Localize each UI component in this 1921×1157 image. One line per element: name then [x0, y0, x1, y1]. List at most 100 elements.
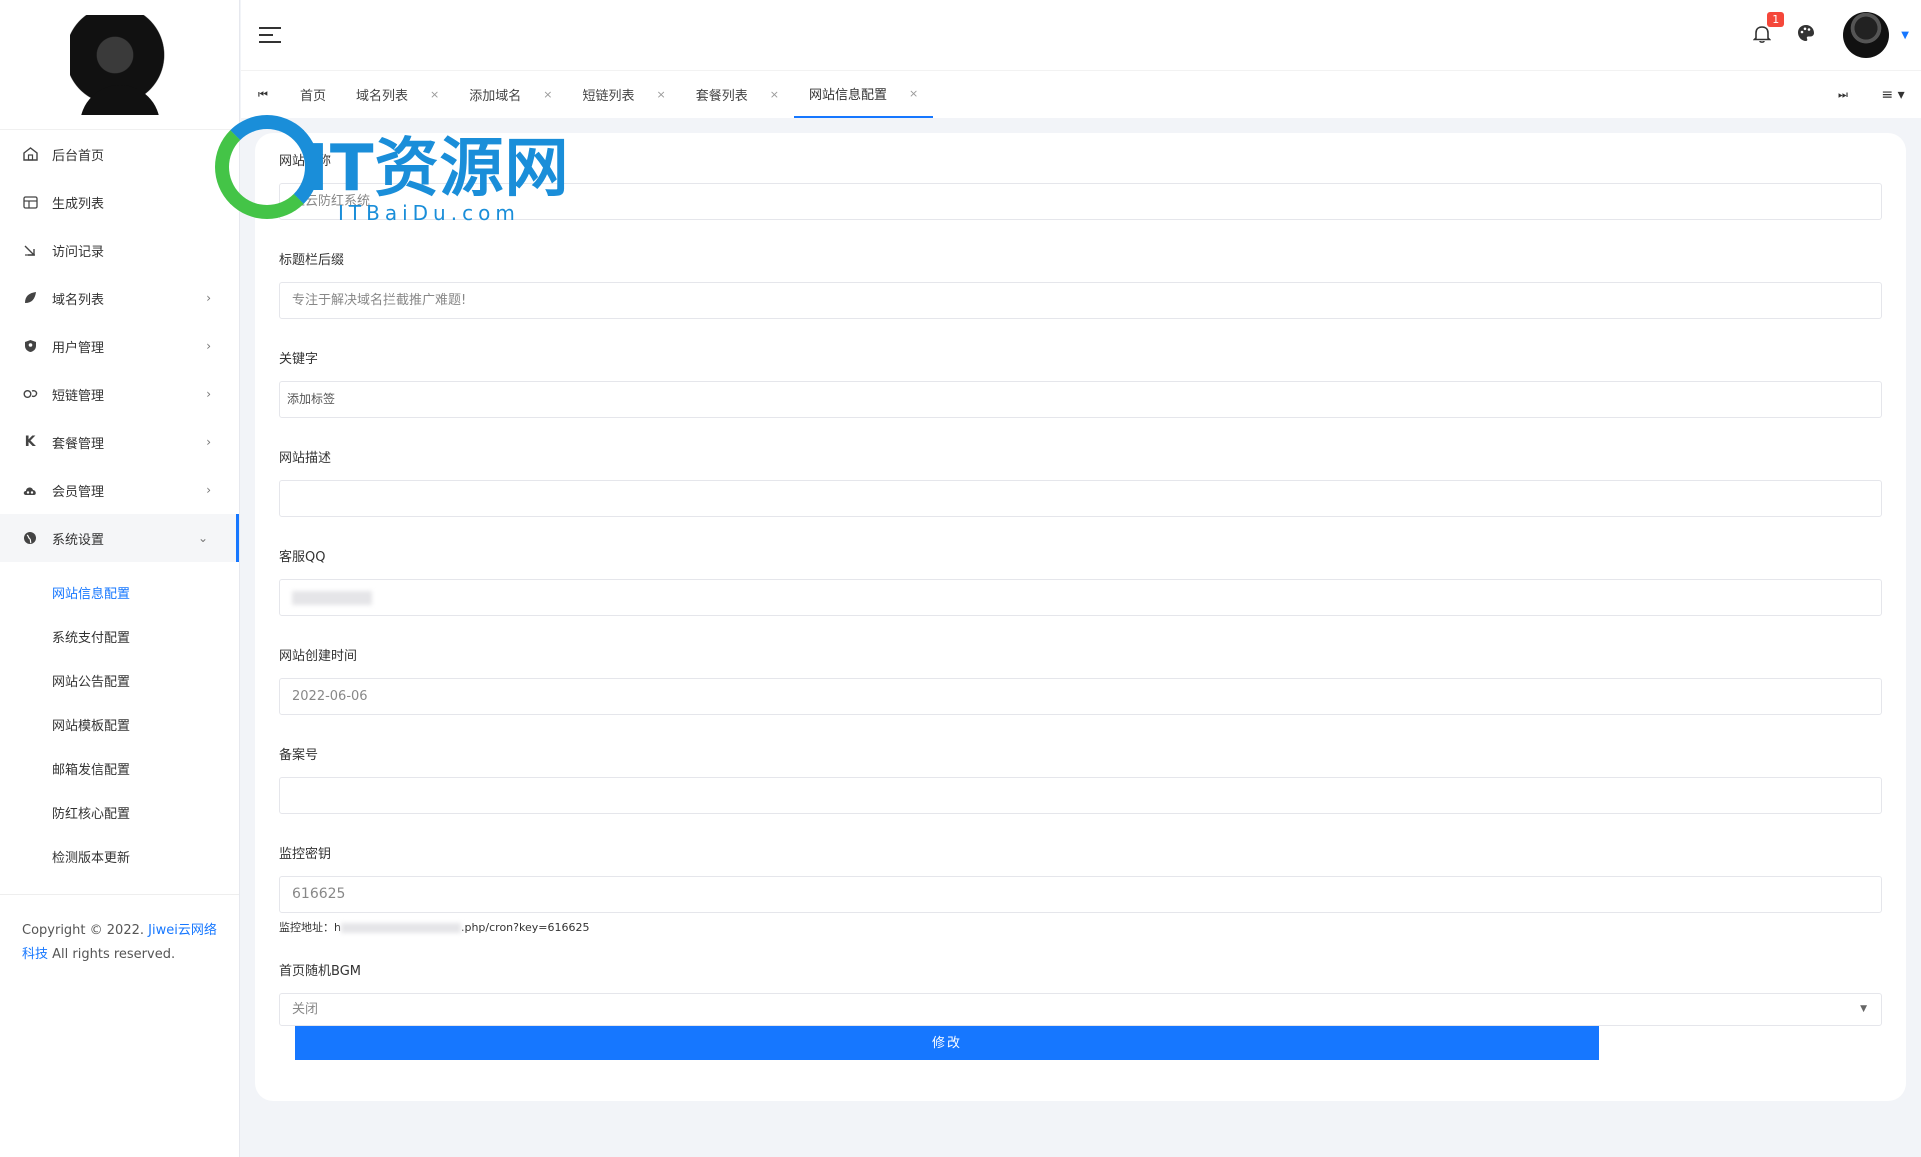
- shield-icon: [22, 338, 38, 354]
- chevron-right-icon: ›: [206, 339, 211, 353]
- tab-label: 域名列表: [356, 89, 409, 104]
- sidebar-item-generate-list[interactable]: 生成列表: [0, 178, 239, 226]
- submenu-item-anti-block[interactable]: 防红核心配置: [0, 790, 239, 834]
- notification-badge: 1: [1767, 12, 1785, 27]
- tabs-scroll-right-icon[interactable]: ⏭: [1821, 71, 1865, 118]
- cloud-icon: [22, 482, 38, 498]
- qq-input[interactable]: [279, 579, 1882, 616]
- created-date-input[interactable]: 2022-06-06: [279, 678, 1882, 715]
- tabs-bar: ⏮ 首页 域名列表 × 添加域名 × 短链列表 × 套餐列表 × 网站信息配置 …: [241, 70, 1921, 118]
- sidebar-item-shortlink-management[interactable]: 短链管理 ›: [0, 370, 239, 418]
- chevron-right-icon: ›: [206, 387, 211, 401]
- top-header: 1 ▼: [241, 0, 1921, 70]
- monitor-url-prefix: 监控地址：h: [279, 921, 341, 934]
- icp-label: 备案号: [279, 748, 319, 763]
- description-input[interactable]: [279, 480, 1882, 517]
- menu-toggle-icon[interactable]: [259, 27, 281, 43]
- tab-domain-list[interactable]: 域名列表 ×: [341, 71, 454, 118]
- avatar[interactable]: [69, 14, 170, 115]
- close-icon[interactable]: ×: [430, 88, 439, 101]
- copyright-prefix: Copyright © 2022.: [22, 923, 145, 938]
- site-name-input[interactable]: 卫云防红系统: [279, 183, 1882, 220]
- sidebar-item-package-management[interactable]: K 套餐管理 ›: [0, 418, 239, 466]
- created-label: 网站创建时间: [279, 649, 358, 664]
- field-bgm: 首页随机BGM 关闭 ▼: [279, 963, 1883, 1026]
- submenu-item-announcement[interactable]: 网站公告配置: [0, 658, 239, 702]
- close-icon[interactable]: ×: [657, 88, 666, 101]
- copyright-suffix: All rights reserved.: [52, 947, 176, 962]
- tab-site-info-config[interactable]: 网站信息配置 ×: [793, 71, 934, 118]
- monitor-key-label: 监控密钥: [279, 847, 332, 862]
- table-icon: [22, 194, 38, 210]
- tabs-scroll-left-icon[interactable]: ⏮: [241, 71, 285, 118]
- submenu-item-version-check[interactable]: 检测版本更新: [0, 834, 239, 878]
- palette-icon[interactable]: [1797, 24, 1819, 46]
- bell-icon[interactable]: 1: [1752, 12, 1785, 46]
- tab-package-list[interactable]: 套餐列表 ×: [681, 71, 794, 118]
- monitor-url-hint: 监控地址：h .php/cron?key=616625: [279, 919, 1883, 935]
- sidebar-item-label: 域名列表: [52, 292, 105, 308]
- sidebar-item-access-log[interactable]: 访问记录: [0, 226, 239, 274]
- chevron-right-icon: ›: [206, 291, 211, 305]
- keywords-placeholder: 添加标签: [287, 392, 336, 406]
- tab-home[interactable]: 首页: [285, 71, 341, 118]
- redacted-url: [340, 923, 461, 933]
- tab-label: 网站信息配置: [808, 88, 887, 103]
- title-suffix-value: 专注于解决域名拦截推广难题!: [292, 293, 467, 308]
- tab-shortlink-list[interactable]: 短链列表 ×: [567, 71, 680, 118]
- field-monitor-key: 监控密钥 616625 监控地址：h .php/cron?key=616625: [279, 846, 1883, 935]
- site-name-value: 卫云防红系统: [292, 194, 371, 209]
- submenu: 网站信息配置 系统支付配置 网站公告配置 网站模板配置 邮箱发信配置 防红核心配…: [0, 562, 239, 895]
- monitor-key-input[interactable]: 616625: [279, 876, 1882, 913]
- close-icon[interactable]: ×: [770, 88, 779, 101]
- title-suffix-input[interactable]: 专注于解决域名拦截推广难题!: [279, 282, 1882, 319]
- chevron-right-icon: ›: [206, 483, 211, 497]
- sidebar-item-label: 会员管理: [52, 484, 105, 500]
- k-icon: K: [24, 434, 36, 450]
- qq-label: 客服QQ: [279, 550, 326, 565]
- arrow-icon: [22, 242, 38, 258]
- submenu-item-email[interactable]: 邮箱发信配置: [0, 746, 239, 790]
- caret-down-icon[interactable]: ▼: [1901, 30, 1909, 41]
- tab-label: 短链列表: [582, 89, 635, 104]
- field-keywords: 关键字 添加标签: [279, 351, 1883, 418]
- sidebar-item-label: 套餐管理: [52, 436, 105, 452]
- tabs-menu-icon[interactable]: ≡ ▾: [1865, 71, 1921, 118]
- leaf-icon: [22, 290, 38, 306]
- bgm-select[interactable]: 关闭 ▼: [279, 993, 1882, 1026]
- sidebar-item-dashboard[interactable]: 后台首页: [0, 130, 239, 178]
- sidebar-nav: 后台首页 生成列表 访问记录 域名列表 › 用户管理 › 短链管理 › K 套餐…: [0, 130, 239, 562]
- field-qq: 客服QQ: [279, 549, 1883, 616]
- submenu-item-payment[interactable]: 系统支付配置: [0, 614, 239, 658]
- sidebar-item-domain-list[interactable]: 域名列表 ›: [0, 274, 239, 322]
- monitor-key-value: 616625: [292, 886, 346, 902]
- tab-add-domain[interactable]: 添加域名 ×: [454, 71, 567, 118]
- sidebar-item-user-management[interactable]: 用户管理 ›: [0, 322, 239, 370]
- field-icp: 备案号: [279, 747, 1883, 814]
- chevron-down-icon: ⌄: [197, 531, 208, 545]
- keywords-tag-input[interactable]: 添加标签: [279, 381, 1882, 418]
- created-date-value: 2022-06-06: [292, 689, 368, 704]
- bgm-selected-value: 关闭: [292, 1002, 319, 1017]
- chevron-right-icon: ›: [206, 435, 211, 449]
- submit-button[interactable]: 修改: [295, 1026, 1599, 1060]
- sidebar-item-label: 生成列表: [52, 196, 105, 212]
- site-name-label: 网站名称: [279, 154, 332, 169]
- sidebar-item-label: 后台首页: [52, 148, 105, 164]
- field-site-name: 网站名称 卫云防红系统: [279, 153, 1883, 220]
- sidebar-item-label: 短链管理: [52, 388, 105, 404]
- submenu-item-template[interactable]: 网站模板配置: [0, 702, 239, 746]
- close-icon[interactable]: ×: [543, 88, 552, 101]
- field-description: 网站描述: [279, 450, 1883, 517]
- tab-label: 首页: [300, 89, 327, 104]
- icp-input[interactable]: [279, 777, 1882, 814]
- site-info-form: 网站名称 卫云防红系统 标题栏后缀 专注于解决域名拦截推广难题! 关键字 添加标…: [279, 153, 1883, 1058]
- sidebar: 后台首页 生成列表 访问记录 域名列表 › 用户管理 › 短链管理 › K 套餐…: [0, 0, 240, 1157]
- sidebar-item-system-settings[interactable]: 系统设置 ⌄: [0, 514, 239, 562]
- home-icon: [22, 146, 38, 162]
- user-avatar[interactable]: [1843, 12, 1890, 58]
- header-actions: 1 ▼: [1752, 0, 1909, 70]
- close-icon[interactable]: ×: [909, 87, 918, 100]
- submenu-item-site-info[interactable]: 网站信息配置: [0, 570, 239, 614]
- sidebar-item-member-management[interactable]: 会员管理 ›: [0, 466, 239, 514]
